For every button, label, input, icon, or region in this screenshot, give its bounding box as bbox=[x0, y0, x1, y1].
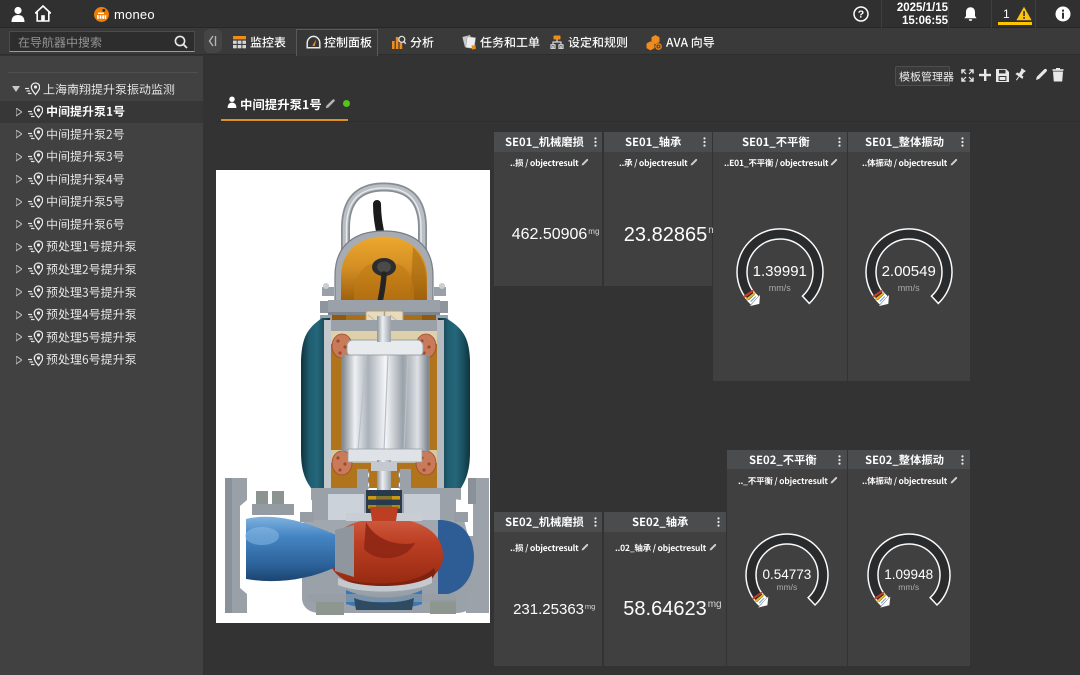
svg-text:?: ? bbox=[858, 9, 864, 21]
